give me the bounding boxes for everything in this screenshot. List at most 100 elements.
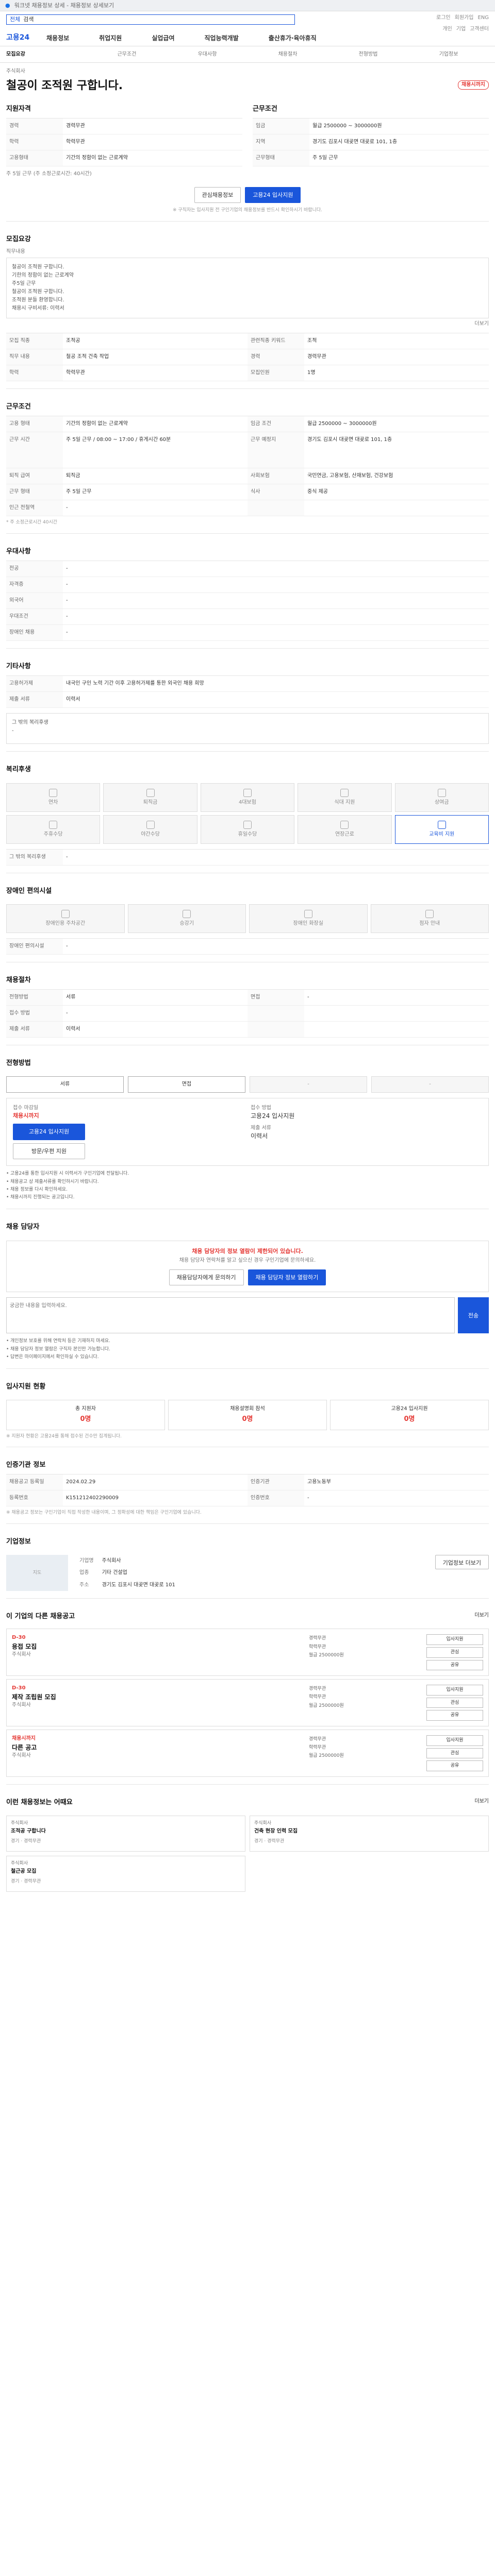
kv-key <box>248 1021 304 1038</box>
other-jobs-more[interactable]: 더보기 <box>474 1612 489 1619</box>
tab-icon: ● <box>5 2 10 9</box>
welfare-icon <box>340 788 349 797</box>
corp-link[interactable]: 기업 <box>456 26 466 33</box>
nav-item[interactable]: 출산휴가·육아휴직 <box>269 34 317 43</box>
job-card-title[interactable]: 제작 조립원 모집 <box>12 1693 305 1702</box>
company-name[interactable]: 주식회사 <box>6 68 489 75</box>
tab-method[interactable]: 전형방법 <box>328 51 408 58</box>
welfare-label: 연차 <box>48 799 58 805</box>
tab-company[interactable]: 기업정보 <box>408 51 489 58</box>
kv-val: - <box>63 500 248 517</box>
step-item: 서류 <box>6 1076 124 1093</box>
search-input[interactable]: 검색 <box>23 15 34 23</box>
job-card-title[interactable]: 다른 공고 <box>12 1743 305 1752</box>
job-card[interactable]: D-30 용접 모집 주식회사 경력무관 학력무관 월급 2500000원 입사지원 관심… <box>6 1629 489 1676</box>
summary-footnote: ※ 구직자는 입사지원 전 구인기업의 채용정보를 반드시 확인하시기 바랍니다… <box>173 208 322 213</box>
nav-item[interactable]: 채용정보 <box>46 34 69 43</box>
nav-item[interactable]: 실업급여 <box>152 34 174 43</box>
job-card[interactable]: 채용시까지 다른 공고 주식회사 경력무관 학력무관 월급 2500000원 입사지원 관… <box>6 1729 489 1777</box>
more-link[interactable]: 더보기 <box>474 320 489 328</box>
kv-val: 월급 2500000 ~ 3000000원 <box>304 416 489 433</box>
job-card[interactable]: D-30 제작 조립원 모집 주식회사 경력무관 학력무관 월급 2500000원 입사… <box>6 1679 489 1726</box>
kv-val: 경력무관 <box>304 349 489 366</box>
company-map[interactable]: 지도 <box>6 1555 68 1591</box>
support-link[interactable]: 고객센터 <box>470 26 489 33</box>
kv-val: K151212402290009 <box>63 1490 248 1507</box>
manager-note: 답변은 마이페이지에서 확인하실 수 있습니다. <box>6 1353 489 1362</box>
kv-val: - <box>63 939 489 955</box>
apply-note: 채용공고 상 제출서류를 확인하시기 바랍니다. <box>6 1178 489 1187</box>
lang-link[interactable]: ENG <box>477 14 489 22</box>
apply-now-button[interactable]: 고용24 입사지원 <box>13 1124 85 1140</box>
search-select[interactable]: 전체 <box>10 15 20 23</box>
deadline-value: 채용시까지 <box>13 1112 39 1120</box>
kv-val: - <box>63 561 489 578</box>
tab-process[interactable]: 채용절차 <box>248 51 328 58</box>
method-value: 고용24 입사지원 <box>251 1112 295 1120</box>
kv-key: 직무 내용 <box>6 349 63 366</box>
welfare-label: 야간수당 <box>141 831 160 837</box>
view-manager-button[interactable]: 채용 담당자 정보 열람하기 <box>248 1269 326 1286</box>
search-bar[interactable]: 전체 검색 <box>6 14 295 25</box>
conditions-note: * 주 소정근로시간 40시간 <box>6 520 58 526</box>
company-more-button[interactable]: 기업정보 더보기 <box>435 1555 489 1570</box>
welfare-icon <box>146 788 155 797</box>
ask-manager-button[interactable]: 채용담당자에게 문의하기 <box>169 1269 244 1286</box>
rec-title[interactable]: 조적공 구합니다 <box>11 1828 241 1835</box>
job-share-button[interactable]: 공유 <box>426 1659 483 1671</box>
stat-value: 0명 <box>404 1415 415 1423</box>
recommend-section: 이런 채용정보는 어때요 더보기 주식회사 조적공 구합니다 경기 · 경력무관 주식… <box>6 1792 489 1899</box>
apply-note: 고용24를 통한 입사지원 시 이력서가 구인기업에 전달됩니다. <box>6 1170 489 1178</box>
rec-card[interactable]: 주식회사 건축 현장 인력 모집 경기 · 경력무관 <box>250 1815 489 1852</box>
job-dday: D-30 <box>12 1685 26 1691</box>
disabled-title: 장애인 편의시설 <box>6 887 52 895</box>
rec-card[interactable]: 주식회사 철근공 모집 경기 · 경력무관 <box>6 1855 245 1892</box>
rec-company: 주식회사 <box>254 1820 272 1826</box>
kv-key: 식사 <box>248 484 304 501</box>
scrap-button[interactable]: 관심채용정보 <box>194 187 241 204</box>
kv-key <box>248 500 304 517</box>
qualification-box: 지원자격 경력 경력무관 학력 학력무관 고용형태 기간의 정함이 없는 근로계약 <box>6 105 242 166</box>
welfare-icon <box>146 820 155 829</box>
rec-title[interactable]: 철근공 모집 <box>11 1868 241 1875</box>
site-logo[interactable]: 고용24 <box>6 33 29 43</box>
job-apply-button[interactable]: 입사지원 <box>426 1634 483 1645</box>
rec-title[interactable]: 건축 현장 인력 모집 <box>254 1828 484 1835</box>
kv-val: 1명 <box>304 365 489 382</box>
job-scrap-button[interactable]: 관심 <box>426 1647 483 1658</box>
job-req: 경력무관 <box>309 1686 326 1692</box>
apply-button[interactable]: 고용24 입사지원 <box>245 187 301 204</box>
job-share-button[interactable]: 공유 <box>426 1760 483 1771</box>
facility-item: 장애인용 주차공간 <box>6 904 125 933</box>
send-button[interactable]: 전송 <box>458 1297 489 1334</box>
tab-recruit[interactable]: 모집요강 <box>6 51 87 58</box>
question-input[interactable] <box>6 1297 455 1334</box>
signup-link[interactable]: 회원가입 <box>455 14 474 22</box>
job-req: 경력무관 <box>309 1736 326 1742</box>
tab-conditions[interactable]: 근무조건 <box>87 51 167 58</box>
nav-item[interactable]: 취업지원 <box>99 34 122 43</box>
job-scrap-button[interactable]: 관심 <box>426 1748 483 1759</box>
company-section: 기업정보 지도 기업명 주식회사 업종 기타 건설업 주소 경기도 김포시 대곶면 대… <box>6 1531 489 1599</box>
kv-val: 주 5일 근무 <box>309 150 489 166</box>
tab-preferred[interactable]: 우대사항 <box>167 51 248 58</box>
job-scrap-button[interactable]: 관심 <box>426 1697 483 1708</box>
rec-card[interactable]: 주식회사 조적공 구합니다 경기 · 경력무관 <box>6 1815 245 1852</box>
kv-key: 지역 <box>253 134 309 150</box>
job-card-title[interactable]: 용접 모집 <box>12 1642 305 1651</box>
stat-value: 0명 <box>80 1415 91 1423</box>
kv-key: 고용 형태 <box>6 416 63 433</box>
apply-note: 채용시까지 진행되는 공고입니다. <box>6 1194 489 1202</box>
recommend-more[interactable]: 더보기 <box>474 1798 489 1805</box>
personal-link[interactable]: 개인 <box>442 26 452 33</box>
kv-key: 사회보험 <box>248 468 304 485</box>
job-apply-button[interactable]: 입사지원 <box>426 1735 483 1746</box>
tab-title[interactable]: 워크넷 채용정보 상세 - 채용정보 상세보기 <box>14 2 114 9</box>
kv-key <box>248 1005 304 1022</box>
login-link[interactable]: 로그인 <box>436 14 451 22</box>
job-apply-button[interactable]: 입사지원 <box>426 1685 483 1696</box>
email-apply-button[interactable]: 방문/우편 지원 <box>13 1143 85 1160</box>
job-share-button[interactable]: 공유 <box>426 1710 483 1721</box>
kv-key: 인증번호 <box>248 1490 304 1507</box>
nav-item[interactable]: 직업능력개발 <box>205 34 239 43</box>
